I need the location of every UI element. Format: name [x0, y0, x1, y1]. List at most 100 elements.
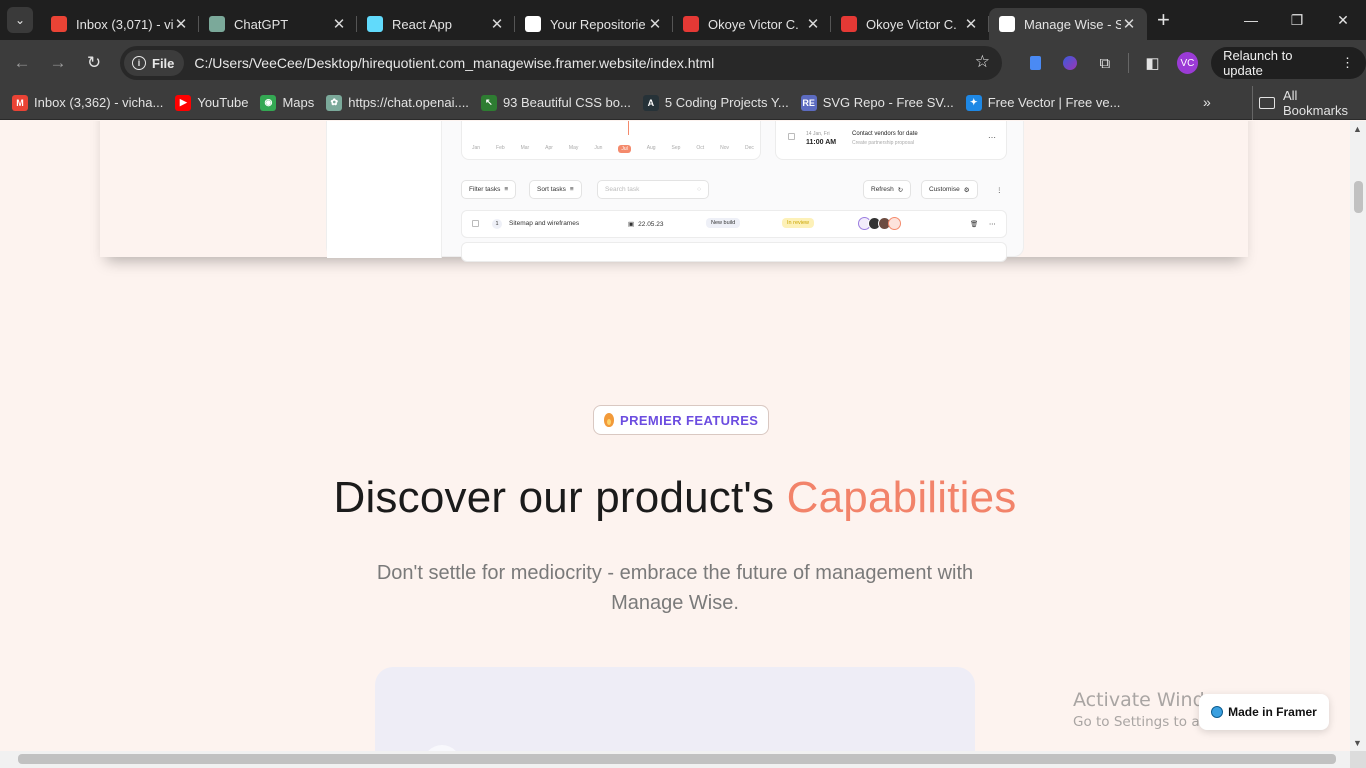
bookmark-item[interactable]: ✿ https://chat.openai.... [326, 94, 469, 111]
bookmark-item[interactable]: ▶ YouTube [175, 94, 249, 111]
close-window-icon[interactable]: ✕ [1320, 0, 1366, 40]
bookmark-label: YouTube [197, 95, 249, 110]
extension-color-icon[interactable] [1053, 45, 1088, 81]
extension-docs-icon[interactable] [1018, 45, 1053, 81]
bookmark-item[interactable]: ◉ Maps [260, 94, 314, 111]
bookmark-item[interactable]: RE SVG Repo - Free SV... [800, 94, 954, 111]
task-name: Sitemap and wireframes [509, 220, 580, 227]
minimize-icon[interactable]: — [1228, 0, 1274, 40]
site-info-chip[interactable]: i File [124, 50, 185, 76]
chart-month-label: Sep [671, 145, 681, 151]
browser-tab[interactable]: ChatGPT ✕ [199, 8, 357, 40]
browser-tab[interactable]: Inbox (3,071) - vi ✕ [41, 8, 199, 40]
refresh-button[interactable]: Refresh ↻ [863, 180, 912, 199]
vertical-scrollbar[interactable]: ▲ ▼ [1350, 121, 1366, 751]
bookmark-item[interactable]: ↖ 93 Beautiful CSS bo... [480, 94, 631, 111]
chart-month-label: Oct [696, 145, 705, 151]
tab-close-icon[interactable]: ✕ [963, 15, 979, 33]
arrow-left-icon: ← [13, 53, 31, 72]
tab-close-icon[interactable]: ✕ [331, 15, 347, 33]
dashboard-mockup: Jan Feb Mar Apr May Jun Jul Aug Sep Oct Nov Dec 14 … [326, 121, 1024, 262]
more-horizontal-icon[interactable]: ⋯ [989, 220, 996, 228]
relaunch-button[interactable]: Relaunch to update ⋮ [1211, 47, 1366, 79]
profile-avatar[interactable]: VC [1176, 52, 1199, 74]
tab-close-icon[interactable]: ✕ [647, 15, 663, 33]
restore-icon[interactable]: ❐ [1274, 0, 1320, 40]
horizontal-scroll-thumb[interactable] [18, 754, 1336, 764]
gmail-icon [51, 16, 67, 32]
task-date-value: 22.05.23 [638, 220, 664, 228]
bookmarks-bar: M Inbox (3,362) - vicha... ▶ YouTube ◉ Maps ✿ h… [0, 86, 1366, 120]
tab-close-icon[interactable]: ✕ [173, 15, 189, 33]
tab-close-icon[interactable]: ✕ [805, 15, 821, 33]
browser-tab[interactable]: Okoye Victor C. ✕ [831, 8, 989, 40]
tab-close-icon[interactable]: ✕ [489, 15, 505, 33]
customise-button[interactable]: Customise ⚙ [921, 180, 978, 199]
browser-tab[interactable]: Manage Wise - S ✕ [989, 8, 1147, 40]
doc-icon [683, 16, 699, 32]
horizontal-scrollbar[interactable] [0, 751, 1350, 768]
trash-icon[interactable]: 🗑 [970, 220, 978, 228]
activity-chart-card: Jan Feb Mar Apr May Jun Jul Aug Sep Oct Nov Dec [461, 121, 761, 160]
made-in-framer-badge[interactable]: Made in Framer [1199, 694, 1329, 730]
github-icon [525, 16, 541, 32]
forward-button[interactable]: → [40, 45, 76, 81]
tab-label: Okoye Victor C. [708, 16, 799, 32]
refresh-icon: ↻ [897, 186, 904, 194]
task-row[interactable]: 1 Sitemap and wireframes ▣ 22.05.23 New b… [461, 210, 1007, 238]
bookmark-label: SVG Repo - Free SV... [822, 95, 954, 110]
task-checkbox[interactable] [472, 220, 479, 227]
bookmark-star-icon[interactable]: ☆ [975, 52, 990, 72]
task-toolbar: Filter tasks ≡ Sort tasks ≡ Search task ○ R… [461, 180, 1009, 200]
browser-tab[interactable]: Okoye Victor C. ✕ [673, 8, 831, 40]
new-tab-button[interactable]: + [1157, 7, 1170, 33]
page-viewport: Jan Feb Mar Apr May Jun Jul Aug Sep Oct Nov Dec 14 … [0, 121, 1350, 751]
bookmark-item[interactable]: ✦ Free Vector | Free ve... [965, 94, 1120, 111]
bookmark-list: M Inbox (3,362) - vicha... ▶ YouTube ◉ Maps ✿ h… [0, 94, 1120, 111]
scrollbar-corner [1350, 751, 1366, 768]
all-bookmarks-button[interactable]: All Bookmarks [1252, 86, 1366, 120]
scroll-down-icon[interactable]: ▼ [1353, 738, 1362, 748]
tab-label: ChatGPT [234, 16, 289, 32]
browser-tab[interactable]: React App ✕ [357, 8, 515, 40]
bookmark-favicon-icon: A [642, 94, 659, 111]
chart-month-label: May [568, 145, 579, 151]
tab-close-icon[interactable]: ✕ [1121, 15, 1137, 33]
bookmark-favicon-icon: ✦ [965, 94, 982, 111]
doc-icon [841, 16, 857, 32]
sort-tasks-button[interactable]: Sort tasks ≡ [529, 180, 582, 199]
bookmarks-overflow-icon[interactable]: » [1203, 94, 1211, 110]
browser-tab[interactable]: Your Repositorie ✕ [515, 8, 673, 40]
task-index: 1 [492, 219, 502, 229]
bookmark-favicon-icon: ✿ [326, 94, 343, 111]
search-icon: ○ [697, 186, 701, 193]
chevron-down-icon: ⌄ [14, 13, 26, 27]
tab-label: Your Repositorie [550, 16, 646, 32]
reload-icon: ↻ [86, 53, 102, 72]
scroll-up-icon[interactable]: ▲ [1353, 124, 1362, 134]
extensions-puzzle-icon[interactable]: ⧉ [1087, 45, 1122, 81]
more-vert-small-icon[interactable]: ⋮ [989, 180, 1010, 199]
task-row[interactable] [461, 242, 1007, 262]
task-status-label: In review [782, 218, 815, 228]
tab-search-button[interactable]: ⌄ [7, 7, 33, 33]
bookmark-item[interactable]: M Inbox (3,362) - vicha... [12, 94, 164, 111]
search-task-placeholder: Search task [605, 186, 640, 193]
sort-tasks-label: Sort tasks [537, 186, 566, 193]
filter-tasks-button[interactable]: Filter tasks ≡ [461, 180, 517, 199]
back-button[interactable]: ← [4, 45, 40, 81]
side-panel-icon[interactable]: ◧ [1135, 45, 1170, 81]
chart-months: Jan Feb Mar Apr May Jun Jul Aug Sep Oct Nov Dec [472, 145, 754, 153]
chart-month-label: Dec [745, 145, 754, 151]
more-horizontal-icon[interactable]: ⋯ [988, 133, 996, 142]
bookmark-label: Inbox (3,362) - vicha... [34, 95, 164, 110]
reload-button[interactable]: ↻ [76, 45, 112, 81]
chart-month-label: Jul [618, 145, 631, 153]
vertical-scroll-thumb[interactable] [1354, 181, 1363, 213]
url-text[interactable]: C:/Users/VeeCee/Desktop/hirequotient.com… [194, 55, 714, 71]
event-checkbox[interactable] [788, 133, 795, 140]
calendar-icon: ▣ [628, 221, 635, 228]
address-bar[interactable]: i File C:/Users/VeeCee/Desktop/hirequoti… [120, 46, 1002, 80]
search-task-input[interactable]: Search task ○ [597, 180, 709, 199]
bookmark-item[interactable]: A 5 Coding Projects Y... [642, 94, 789, 111]
